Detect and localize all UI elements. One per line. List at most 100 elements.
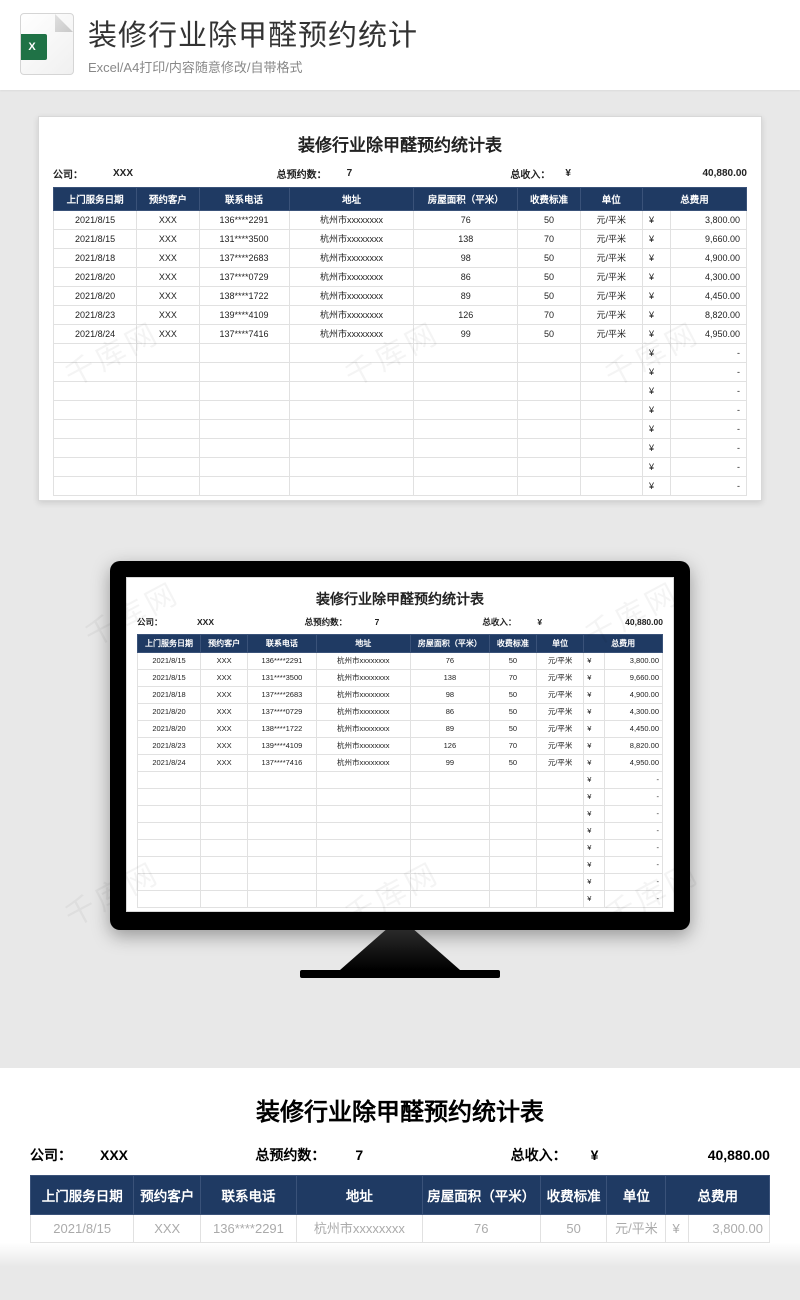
currency-symbol: ¥ [537,617,555,627]
col-header: 预约客户 [134,1176,201,1215]
col-header: 联系电话 [200,1176,296,1215]
table-row: ¥- [54,344,747,363]
table-row: ¥- [138,806,663,823]
col-header: 单位 [580,188,642,211]
table-body: 2021/8/15XXX136****2291杭州市xxxxxxxx 7650元… [54,211,747,496]
company-label: 公司： [53,166,113,181]
income-label: 总收入： [510,166,565,181]
table-head: 上门服务日期预约客户联系电话地址房屋面积（平米）收费标准单位总费用 [54,188,747,211]
company-value: XXX [197,617,305,627]
excel-badge: X [20,34,47,60]
table-row: 2021/8/24XXX137****7416杭州市xxxxxxxx 9950元… [138,755,663,772]
table-row: ¥- [138,823,663,840]
page-title: 装修行业除甲醛预约统计 [88,12,780,54]
col-header: 上门服务日期 [138,635,201,653]
header-text: 装修行业除甲醛预约统计 Excel/A4打印/内容随意修改/自带格式 [88,12,780,76]
company-value: XXX [100,1147,255,1163]
table-row: 2021/8/20XXX138****1722杭州市xxxxxxxx 8950元… [54,287,747,306]
col-header: 收费标准 [540,1176,607,1215]
page-subtitle: Excel/A4打印/内容随意修改/自带格式 [88,57,780,76]
table-row: 2021/8/24XXX137****7416杭州市xxxxxxxx 9950元… [54,325,747,344]
count-label: 总预约数： [255,1145,355,1165]
monitor-frame: 装修行业除甲醛预约统计表 公司： XXX 总预约数： 7 总收入： ¥ 40,8… [110,561,690,930]
table-row: 2021/8/15XXX131****3500杭州市xxxxxxxx 13870… [138,670,663,687]
summary-row: 公司： XXX 总预约数： 7 总收入： ¥ 40,880.00 [30,1145,770,1165]
monitor-stand [340,930,460,970]
data-table: 上门服务日期预约客户联系电话地址房屋面积（平米）收费标准单位总费用 2021/8… [30,1175,770,1243]
data-table: 上门服务日期预约客户联系电话地址房屋面积（平米）收费标准单位总费用 2021/8… [137,634,663,908]
table-row: ¥- [54,401,747,420]
income-value: 40,880.00 [583,168,747,179]
col-header: 预约客户 [201,635,248,653]
summary-row: 公司： XXX 总预约数： 7 总收入： ¥ 40,880.00 [53,166,747,181]
table-row: 2021/8/15XXX136****2291杭州市xxxxxxxx 7650元… [54,211,747,230]
table-row: 2021/8/20XXX137****0729杭州市xxxxxxxx 8650元… [54,268,747,287]
currency-symbol: ¥ [565,168,583,179]
company-label: 公司： [30,1145,100,1165]
table-row: ¥- [138,891,663,908]
col-header: 地址 [316,635,411,653]
sheet-title: 装修行业除甲醛预约统计表 [30,1092,770,1127]
col-header: 房屋面积（平米） [414,188,518,211]
table-row: ¥- [54,363,747,382]
currency-symbol: ¥ [591,1147,615,1163]
count-label: 总预约数： [305,616,375,628]
col-header: 上门服务日期 [54,188,137,211]
col-header: 单位 [537,635,584,653]
income-label: 总收入： [511,1145,591,1165]
col-header: 收费标准 [489,635,536,653]
fade-cutoff [0,1243,800,1267]
table-row: ¥- [138,772,663,789]
table-row: 2021/8/23XXX139****4109杭州市xxxxxxxx 12670… [54,306,747,325]
table-row: 2021/8/15XXX136****2291杭州市xxxxxxxx 7650元… [138,653,663,670]
table-row: ¥- [54,477,747,496]
table-row: ¥- [54,420,747,439]
income-value: 40,880.00 [615,1147,770,1163]
monitor-screen: 装修行业除甲醛预约统计表 公司： XXX 总预约数： 7 总收入： ¥ 40,8… [126,577,674,912]
sheet-title: 装修行业除甲醛预约统计表 [137,589,663,609]
col-header: 预约客户 [137,188,199,211]
monitor-base [300,970,500,978]
count-value: 7 [347,168,511,179]
table-row: ¥- [54,458,747,477]
company-value: XXX [113,168,277,179]
company-label: 公司： [137,616,197,628]
closeup-strip: 装修行业除甲醛预约统计表 公司： XXX 总预约数： 7 总收入： ¥ 40,8… [0,1068,800,1243]
summary-row: 公司： XXX 总预约数： 7 总收入： ¥ 40,880.00 [137,616,663,628]
col-header: 单位 [607,1176,666,1215]
table-row: 2021/8/18XXX137****2683杭州市xxxxxxxx 9850元… [54,249,747,268]
table-row: 2021/8/23XXX139****4109杭州市xxxxxxxx 12670… [138,738,663,755]
table-row: ¥- [138,874,663,891]
col-header: 总费用 [642,188,746,211]
table-row: ¥- [138,840,663,857]
monitor-mockup: 装修行业除甲醛预约统计表 公司： XXX 总预约数： 7 总收入： ¥ 40,8… [110,561,690,978]
table-row: 2021/8/15XXX136****2291杭州市xxxxxxxx 7650元… [31,1215,770,1243]
col-header: 收费标准 [518,188,580,211]
col-header: 地址 [289,188,414,211]
excel-file-icon: X [20,13,74,75]
table-row: ¥- [54,439,747,458]
col-header: 总费用 [584,635,663,653]
col-header: 地址 [297,1176,423,1215]
table-row: ¥- [138,789,663,806]
col-header: 上门服务日期 [31,1176,134,1215]
col-header: 总费用 [666,1176,770,1215]
page-header: X 装修行业除甲醛预约统计 Excel/A4打印/内容随意修改/自带格式 [0,0,800,90]
income-label: 总收入： [482,616,537,628]
preview-canvas: 装修行业除甲醛预约统计表 公司： XXX 总预约数： 7 总收入： ¥ 40,8… [0,90,800,1028]
count-value: 7 [355,1147,510,1163]
sheet-title: 装修行业除甲醛预约统计表 [53,131,747,156]
table-row: 2021/8/20XXX138****1722杭州市xxxxxxxx 8950元… [138,721,663,738]
count-value: 7 [375,617,483,627]
table-row: ¥- [54,382,747,401]
col-header: 房屋面积（平米） [411,635,490,653]
col-header: 联系电话 [199,188,289,211]
table-row: ¥- [138,857,663,874]
col-header: 房屋面积（平米） [422,1176,540,1215]
count-label: 总预约数： [277,166,347,181]
col-header: 联系电话 [248,635,316,653]
spreadsheet-preview: 装修行业除甲醛预约统计表 公司： XXX 总预约数： 7 总收入： ¥ 40,8… [38,116,762,501]
income-value: 40,880.00 [555,617,663,627]
table-row: 2021/8/20XXX137****0729杭州市xxxxxxxx 8650元… [138,704,663,721]
table-row: 2021/8/18XXX137****2683杭州市xxxxxxxx 9850元… [138,687,663,704]
